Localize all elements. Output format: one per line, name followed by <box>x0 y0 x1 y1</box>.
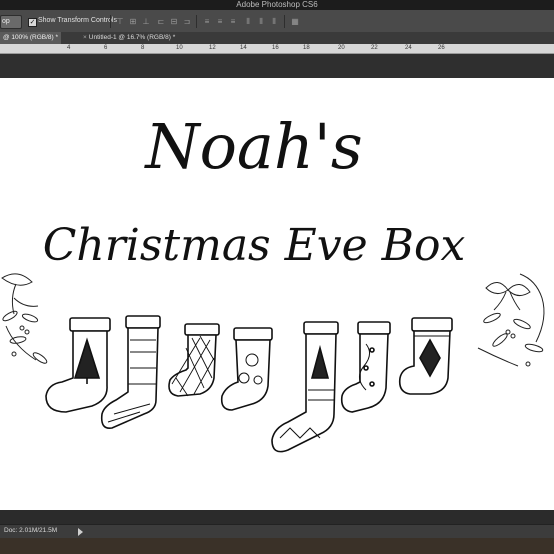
align-left-icon[interactable]: ⊏ <box>156 17 166 26</box>
tab-untitled-1-label: Untitled-1 @ 16.7% (RGB/8) * <box>88 34 176 41</box>
auto-align-icon[interactable]: ▦ <box>290 17 300 26</box>
tool-preset-dropdown[interactable]: op <box>0 15 22 29</box>
distribute-top-icon[interactable]: ≡ <box>202 17 212 26</box>
tab-untitled-1[interactable]: × Untitled-1 @ 16.7% (RGB/8) * <box>80 32 178 44</box>
stocking-tall-tree <box>271 321 339 453</box>
stocking-holly <box>220 327 273 411</box>
align-top-icon[interactable]: ⊤ <box>115 17 125 26</box>
ruler-label: 16 <box>272 45 279 51</box>
ruler-label: 26 <box>438 45 445 51</box>
stocking-lights <box>340 321 391 413</box>
document-tab-bar: @ 100% (RGB/8) * × Untitled-1 @ 16.7% (RG… <box>0 32 554 44</box>
left-mistletoe-illustration <box>1 273 48 364</box>
app-title: Adobe Photoshop CS6 <box>236 0 318 9</box>
ruler-label: 14 <box>240 45 247 51</box>
options-separator <box>196 15 197 28</box>
tool-preset-label: op <box>2 18 10 25</box>
right-mistletoe-illustration <box>477 273 545 367</box>
ruler-label: 10 <box>176 45 183 51</box>
title-bar: Adobe Photoshop CS6 <box>0 0 554 10</box>
tab-document-1[interactable]: @ 100% (RGB/8) * <box>0 32 62 44</box>
distribute-hcenter-icon[interactable]: ⫴ <box>256 17 266 26</box>
ruler-label: 8 <box>141 45 145 51</box>
status-menu-arrow-icon[interactable] <box>78 528 83 536</box>
options-separator <box>110 15 111 28</box>
stocking-nordic <box>100 315 161 430</box>
ruler-label: 6 <box>104 45 108 51</box>
distribute-left-icon[interactable]: ⫴ <box>243 17 253 26</box>
options-separator <box>284 15 285 28</box>
canvas-artwork: Noah's Christmas Eve Box <box>1 110 545 453</box>
align-bottom-icon[interactable]: ⊥ <box>141 17 151 26</box>
horizontal-ruler: 4 6 8 10 12 14 16 18 20 22 24 26 <box>0 44 554 54</box>
align-vcenter-icon[interactable]: ⊞ <box>128 17 138 26</box>
document-canvas[interactable]: Noah's Christmas Eve Box <box>0 78 554 510</box>
align-right-icon[interactable]: ⊐ <box>182 17 192 26</box>
heading-line-2: Christmas Eve Box <box>43 220 466 271</box>
distribute-right-icon[interactable]: ⫴ <box>269 17 279 26</box>
stocking-lattice <box>168 323 220 397</box>
ruler-label: 18 <box>303 45 310 51</box>
distribute-bottom-icon[interactable]: ≡ <box>228 17 238 26</box>
desktop-background-strip <box>0 538 554 554</box>
show-transform-checkbox[interactable]: ✓ <box>28 18 37 27</box>
ruler-label: 22 <box>371 45 378 51</box>
align-hcenter-icon[interactable]: ⊟ <box>169 17 179 26</box>
ruler-label: 12 <box>209 45 216 51</box>
close-icon[interactable]: × <box>83 34 87 41</box>
stocking-diamond <box>398 317 453 395</box>
ruler-label: 4 <box>67 45 71 51</box>
stocking-tree <box>45 317 111 413</box>
ruler-label: 24 <box>405 45 412 51</box>
show-transform-label: Show Transform Controls <box>38 17 117 24</box>
document-size-readout: Doc: 2.01M/21.5M <box>4 527 58 534</box>
tab-document-1-label: @ 100% (RGB/8) * <box>3 34 59 41</box>
ruler-label: 20 <box>338 45 345 51</box>
distribute-vcenter-icon[interactable]: ≡ <box>215 17 225 26</box>
heading-line-1: Noah's <box>143 110 362 183</box>
status-bar: Doc: 2.01M/21.5M <box>0 524 554 539</box>
options-bar: op ✓ Show Transform Controls ⊤ ⊞ ⊥ ⊏ ⊟ ⊐… <box>0 10 554 33</box>
